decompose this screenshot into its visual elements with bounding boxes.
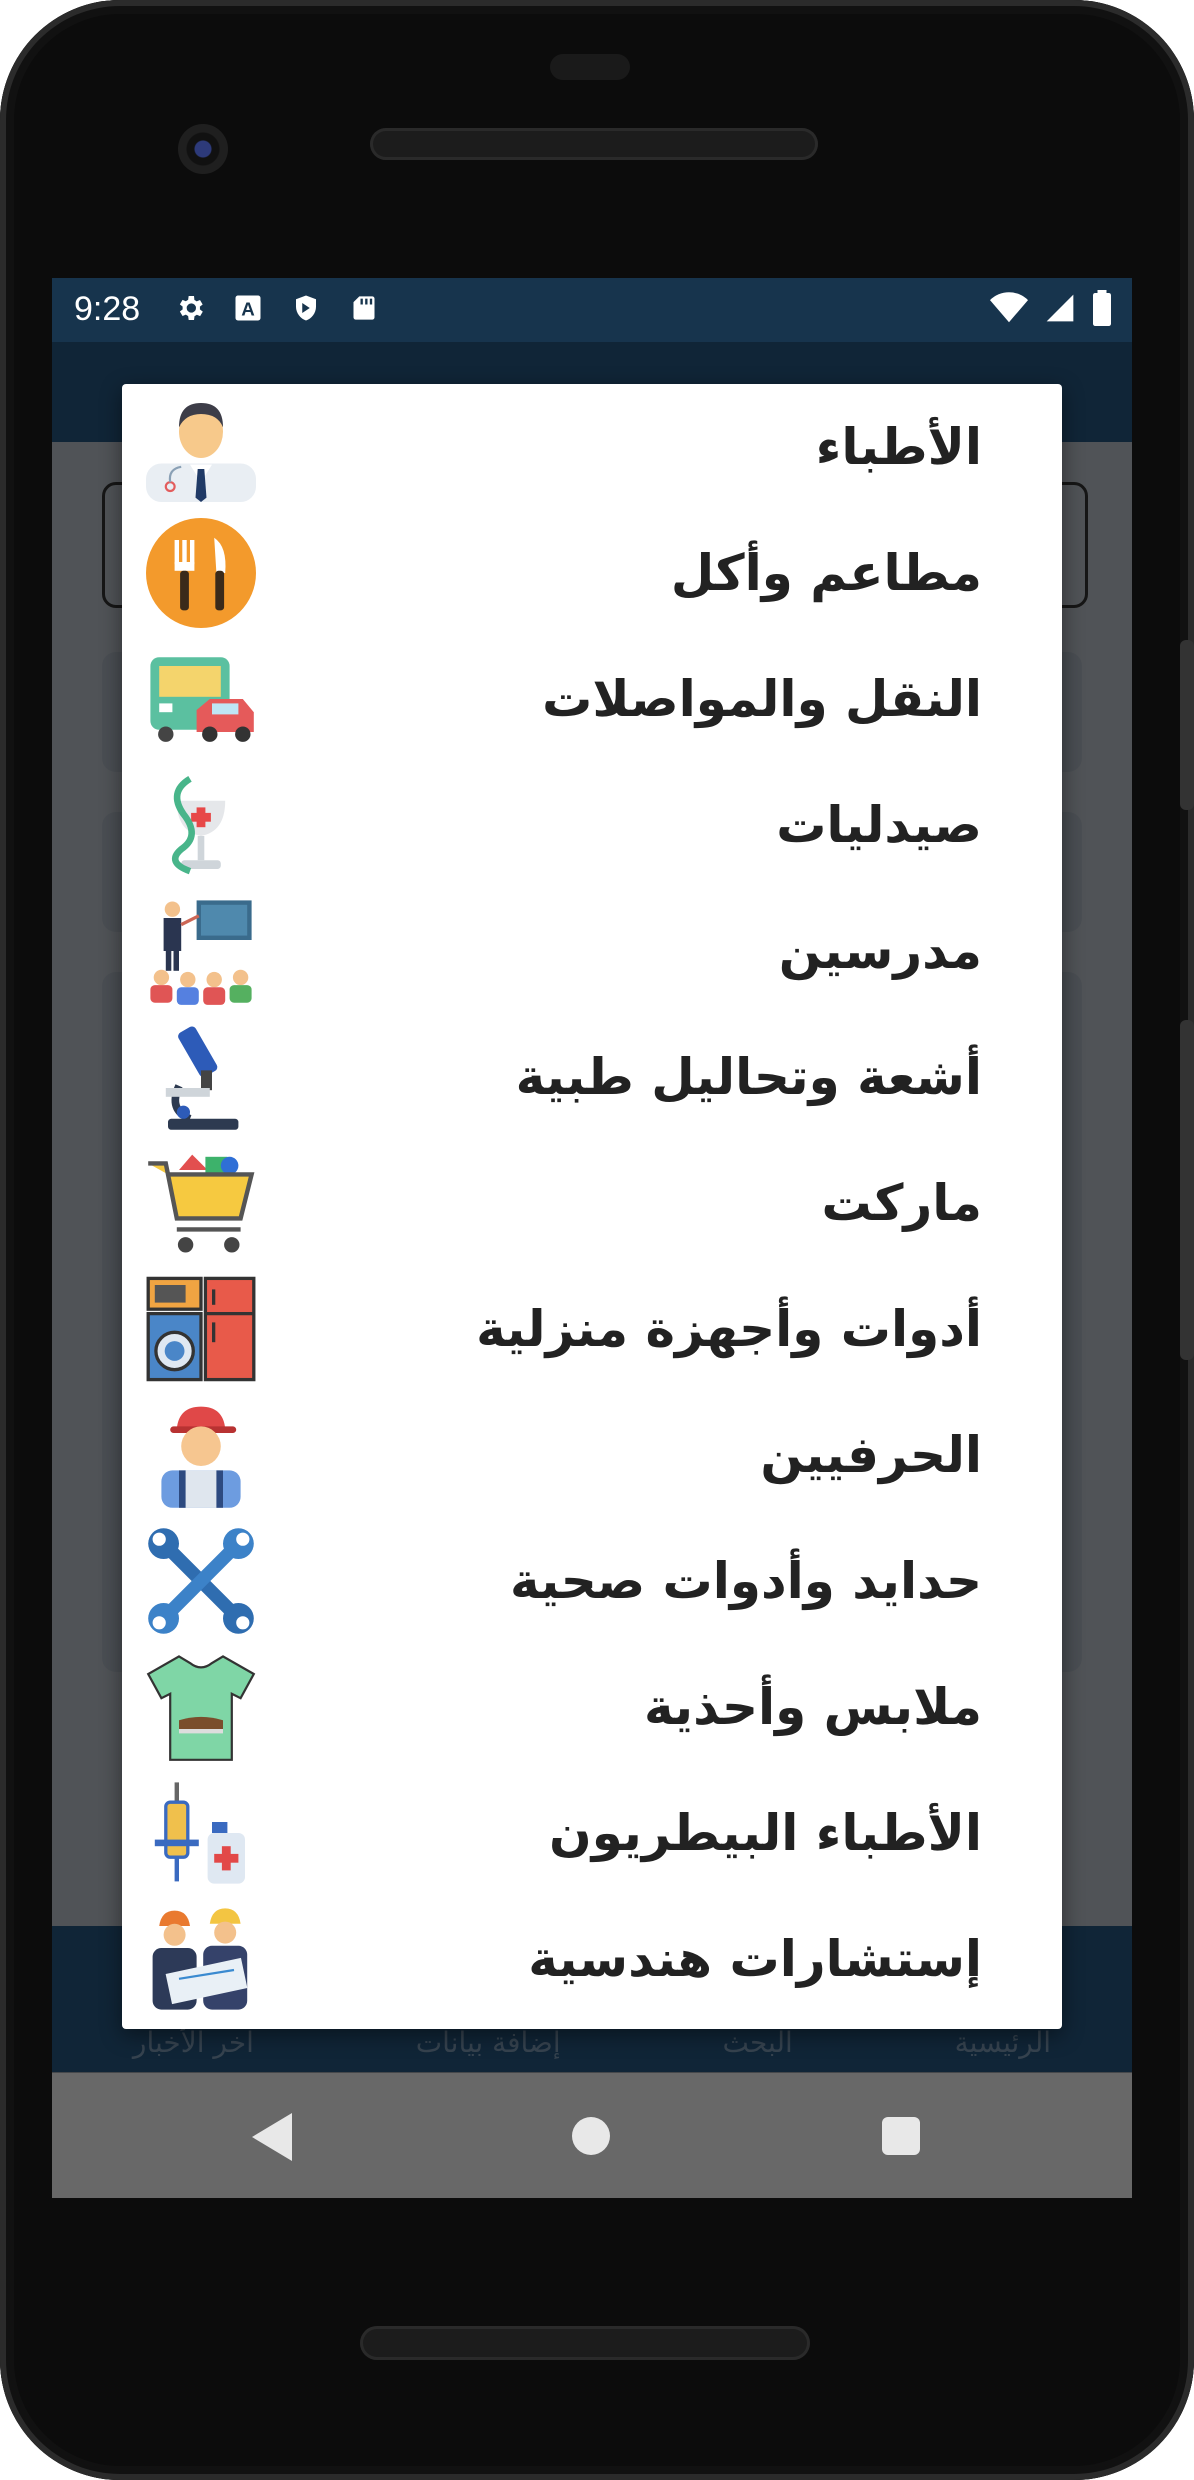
power-button — [1180, 640, 1194, 810]
menu-item-transport[interactable]: النقل والمواصلات — [122, 636, 1062, 762]
volume-button — [1180, 1020, 1194, 1360]
menu-item-label: ملابس وأحذية — [643, 1678, 982, 1736]
menu-item-restaurants[interactable]: مطاعم وأكل — [122, 510, 1062, 636]
menu-item-label: النقل والمواصلات — [542, 670, 982, 728]
earpiece-speaker — [370, 128, 818, 160]
menu-item-pharmacies[interactable]: صيدليات — [122, 762, 1062, 888]
bottom-speaker — [360, 2326, 810, 2360]
engineer-icon — [152, 1908, 248, 2010]
gear-icon — [172, 290, 208, 326]
status-time: 9:28 — [74, 290, 141, 328]
menu-item-engineering-consultations[interactable]: إستشارات هندسية — [122, 1896, 1062, 2022]
clothes-icon — [146, 1655, 256, 1761]
status-bar: 9:28 A — [52, 278, 1132, 342]
sensor — [550, 54, 630, 80]
menu-item-label: الأطباء — [815, 418, 982, 476]
menu-item-label: أشعة وتحاليل طبية — [515, 1048, 982, 1106]
battery-icon — [1093, 290, 1111, 326]
transport-icon — [150, 657, 254, 742]
menu-item-home-appliances[interactable]: أدوات وأجهزة منزلية — [122, 1266, 1062, 1392]
sd-card-icon — [346, 290, 382, 326]
worker-icon — [161, 1406, 241, 1508]
a-icon: A — [230, 290, 266, 326]
tools-icon — [148, 1528, 254, 1634]
menu-item-label: ماركت — [821, 1174, 982, 1232]
phone-frame: الرئيسية البحث إضافة بيانات آخر الأخبار … — [0, 0, 1194, 2480]
system-navigation-bar — [52, 2073, 1132, 2198]
menu-item-label: إستشارات هندسية — [528, 1930, 982, 1988]
wifi-icon — [990, 292, 1028, 323]
menu-item-label: مطاعم وأكل — [670, 544, 982, 602]
teacher-icon — [150, 900, 252, 1005]
pharmacy-icon — [171, 775, 226, 875]
menu-item-doctors[interactable]: الأطباء — [122, 384, 1062, 510]
menu-item-hardware-sanitary[interactable]: حدايد وأدوات صحية — [122, 1518, 1062, 1644]
menu-item-label: مدرسين — [778, 922, 982, 980]
menu-item-radiology-labs[interactable]: أشعة وتحاليل طبية — [122, 1014, 1062, 1140]
back-button[interactable] — [252, 2113, 292, 2161]
menu-item-label: أدوات وأجهزة منزلية — [476, 1300, 982, 1358]
front-camera — [178, 124, 228, 174]
shield-icon — [288, 290, 324, 326]
menu-item-label: صيدليات — [776, 796, 982, 854]
home-button[interactable] — [572, 2117, 610, 2155]
category-dialog: الأطباء مطاعم وأكل النقل والمواصلات صيدل… — [122, 384, 1062, 2029]
menu-item-craftsmen[interactable]: الحرفيين — [122, 1392, 1062, 1518]
menu-item-teachers[interactable]: مدرسين — [122, 888, 1062, 1014]
appliances-icon — [146, 1276, 256, 1382]
menu-item-clothes-shoes[interactable]: ملابس وأحذية — [122, 1644, 1062, 1770]
cart-icon — [148, 1154, 255, 1253]
menu-item-label: الحرفيين — [760, 1426, 982, 1484]
vet-icon — [154, 1782, 245, 1884]
menu-item-label: حدايد وأدوات صحية — [510, 1552, 982, 1610]
menu-item-label: الأطباء البيطريون — [549, 1804, 982, 1862]
menu-item-market[interactable]: ماركت — [122, 1140, 1062, 1266]
recents-button[interactable] — [882, 2117, 920, 2155]
signal-icon — [1046, 294, 1074, 322]
doctor-icon — [146, 403, 256, 502]
menu-item-veterinarians[interactable]: الأطباء البيطريون — [122, 1770, 1062, 1896]
restaurant-icon — [146, 518, 256, 628]
svg-text:A: A — [241, 299, 255, 320]
microscope-icon — [165, 1026, 239, 1130]
